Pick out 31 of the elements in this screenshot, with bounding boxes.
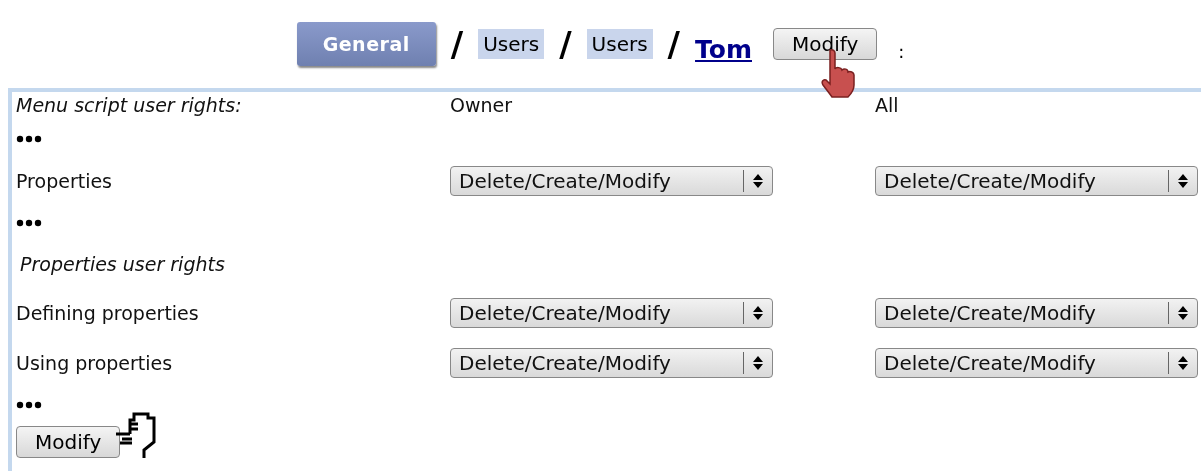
user-link[interactable]: Tom [695,34,752,64]
up-down-arrows-icon [1177,173,1189,189]
ellipsis-icon [16,401,42,409]
path-separator: / [449,24,465,64]
setting-label: Properties [16,170,114,192]
column-header: Owner [450,94,514,116]
up-down-arrows-icon [1177,305,1189,321]
modify-button[interactable]: Modify [16,426,121,458]
breadcrumb-item[interactable]: Users [478,29,545,59]
column-header: All [875,94,900,116]
up-down-arrows-icon [1177,355,1189,371]
rights-dropdown[interactable]: Delete/Create/Modify [875,166,1198,196]
ellipsis-icon [16,135,42,143]
modify-button[interactable]: Modify [773,28,878,60]
section-heading: Menu script user rights: [16,94,243,116]
path-separator: / [558,24,573,64]
rights-dropdown[interactable]: Delete/Create/Modify [450,166,773,196]
rights-dropdown[interactable]: Delete/Create/Modify [450,298,773,328]
rights-dropdown[interactable]: Delete/Create/Modify [450,348,773,378]
up-down-arrows-icon [752,173,764,189]
colon: : [898,40,905,62]
path-separator: / [666,24,682,64]
ellipsis-icon [16,219,42,227]
section-heading: Properties user rights [19,253,226,275]
rights-dropdown[interactable]: Delete/Create/Modify [875,298,1198,328]
setting-label: Using properties [16,352,174,374]
setting-label: Defining properties [16,302,200,324]
up-down-arrows-icon [752,305,764,321]
breadcrumb-item[interactable]: Users [586,29,653,59]
rights-dropdown[interactable]: Delete/Create/Modify [875,348,1198,378]
up-down-arrows-icon [752,355,764,371]
